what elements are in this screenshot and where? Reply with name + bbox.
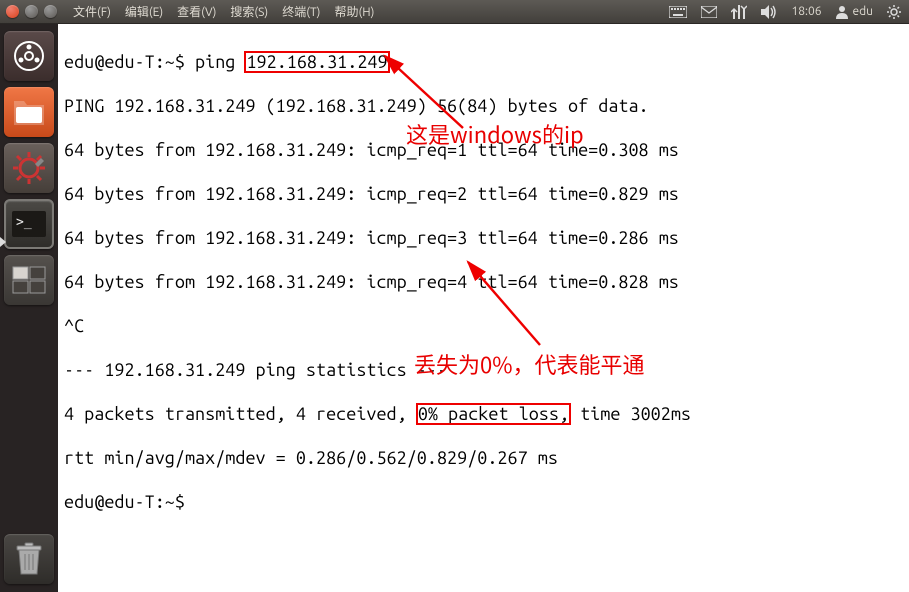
window-controls — [0, 5, 57, 18]
highlight-loss: 0% packet loss, — [417, 404, 570, 424]
terminal-line: ^C — [64, 315, 903, 337]
menu-file[interactable]: 文件(F) — [67, 0, 117, 23]
terminal-line: rtt min/avg/max/mdev = 0.286/0.562/0.829… — [64, 447, 903, 469]
top-panel: 文件(F) 编辑(E) 查看(V) 搜索(S) 终端(T) 帮助(H) 18:0… — [0, 0, 909, 24]
text: time 3002ms — [570, 404, 691, 424]
prompt: edu@edu-T:~$ ping — [64, 52, 245, 72]
minimize-button[interactable] — [25, 5, 38, 18]
launcher-files[interactable] — [4, 87, 54, 137]
clock[interactable]: 18:06 — [791, 5, 821, 18]
menu-view[interactable]: 查看(V) — [171, 0, 222, 23]
terminal-line: 4 packets transmitted, 4 received, 0% pa… — [64, 403, 903, 425]
terminal-line: edu@edu-T:~$ ping 192.168.31.249 — [64, 51, 903, 73]
maximize-button[interactable] — [44, 5, 57, 18]
volume-icon[interactable] — [761, 5, 777, 19]
text: 4 packets transmitted, 4 received, — [64, 404, 417, 424]
svg-text:>_: >_ — [16, 215, 32, 230]
terminal-line: 64 bytes from 192.168.31.249: icmp_req=3… — [64, 227, 903, 249]
launcher-workspace[interactable] — [4, 255, 54, 305]
launcher-active-arrow — [0, 237, 6, 247]
gear-icon[interactable] — [887, 5, 901, 19]
launcher-terminal[interactable]: >_ — [4, 199, 54, 249]
menu-edit[interactable]: 编辑(E) — [119, 0, 169, 23]
panel-indicators: 18:06 edu — [669, 5, 909, 19]
network-icon[interactable] — [731, 5, 747, 19]
terminal-line: 64 bytes from 192.168.31.249: icmp_req=4… — [64, 271, 903, 293]
user-menu[interactable]: edu — [836, 5, 874, 19]
user-icon — [836, 5, 848, 19]
terminal-line: PING 192.168.31.249 (192.168.31.249) 56(… — [64, 95, 903, 117]
menu-help[interactable]: 帮助(H) — [328, 0, 380, 23]
launcher-dash[interactable] — [4, 31, 54, 81]
terminal-line: 64 bytes from 192.168.31.249: icmp_req=1… — [64, 139, 903, 161]
highlight-ip: 192.168.31.249 — [245, 52, 388, 72]
menu-terminal[interactable]: 终端(T) — [276, 0, 326, 23]
mail-icon[interactable] — [701, 6, 717, 18]
close-button[interactable] — [6, 5, 19, 18]
menu-bar: 文件(F) 编辑(E) 查看(V) 搜索(S) 终端(T) 帮助(H) — [67, 0, 380, 23]
launcher-settings[interactable] — [4, 143, 54, 193]
unity-launcher: >_ — [0, 24, 58, 592]
menu-search[interactable]: 搜索(S) — [224, 0, 274, 23]
keyboard-icon[interactable] — [669, 6, 687, 18]
terminal-line: --- 192.168.31.249 ping statistics --- — [64, 359, 903, 381]
terminal-view[interactable]: edu@edu-T:~$ ping 192.168.31.249 PING 19… — [58, 24, 909, 592]
launcher-trash[interactable] — [4, 534, 54, 584]
terminal-line: edu@edu-T:~$ — [64, 491, 903, 513]
terminal-line: 64 bytes from 192.168.31.249: icmp_req=2… — [64, 183, 903, 205]
user-label: edu — [853, 5, 874, 18]
